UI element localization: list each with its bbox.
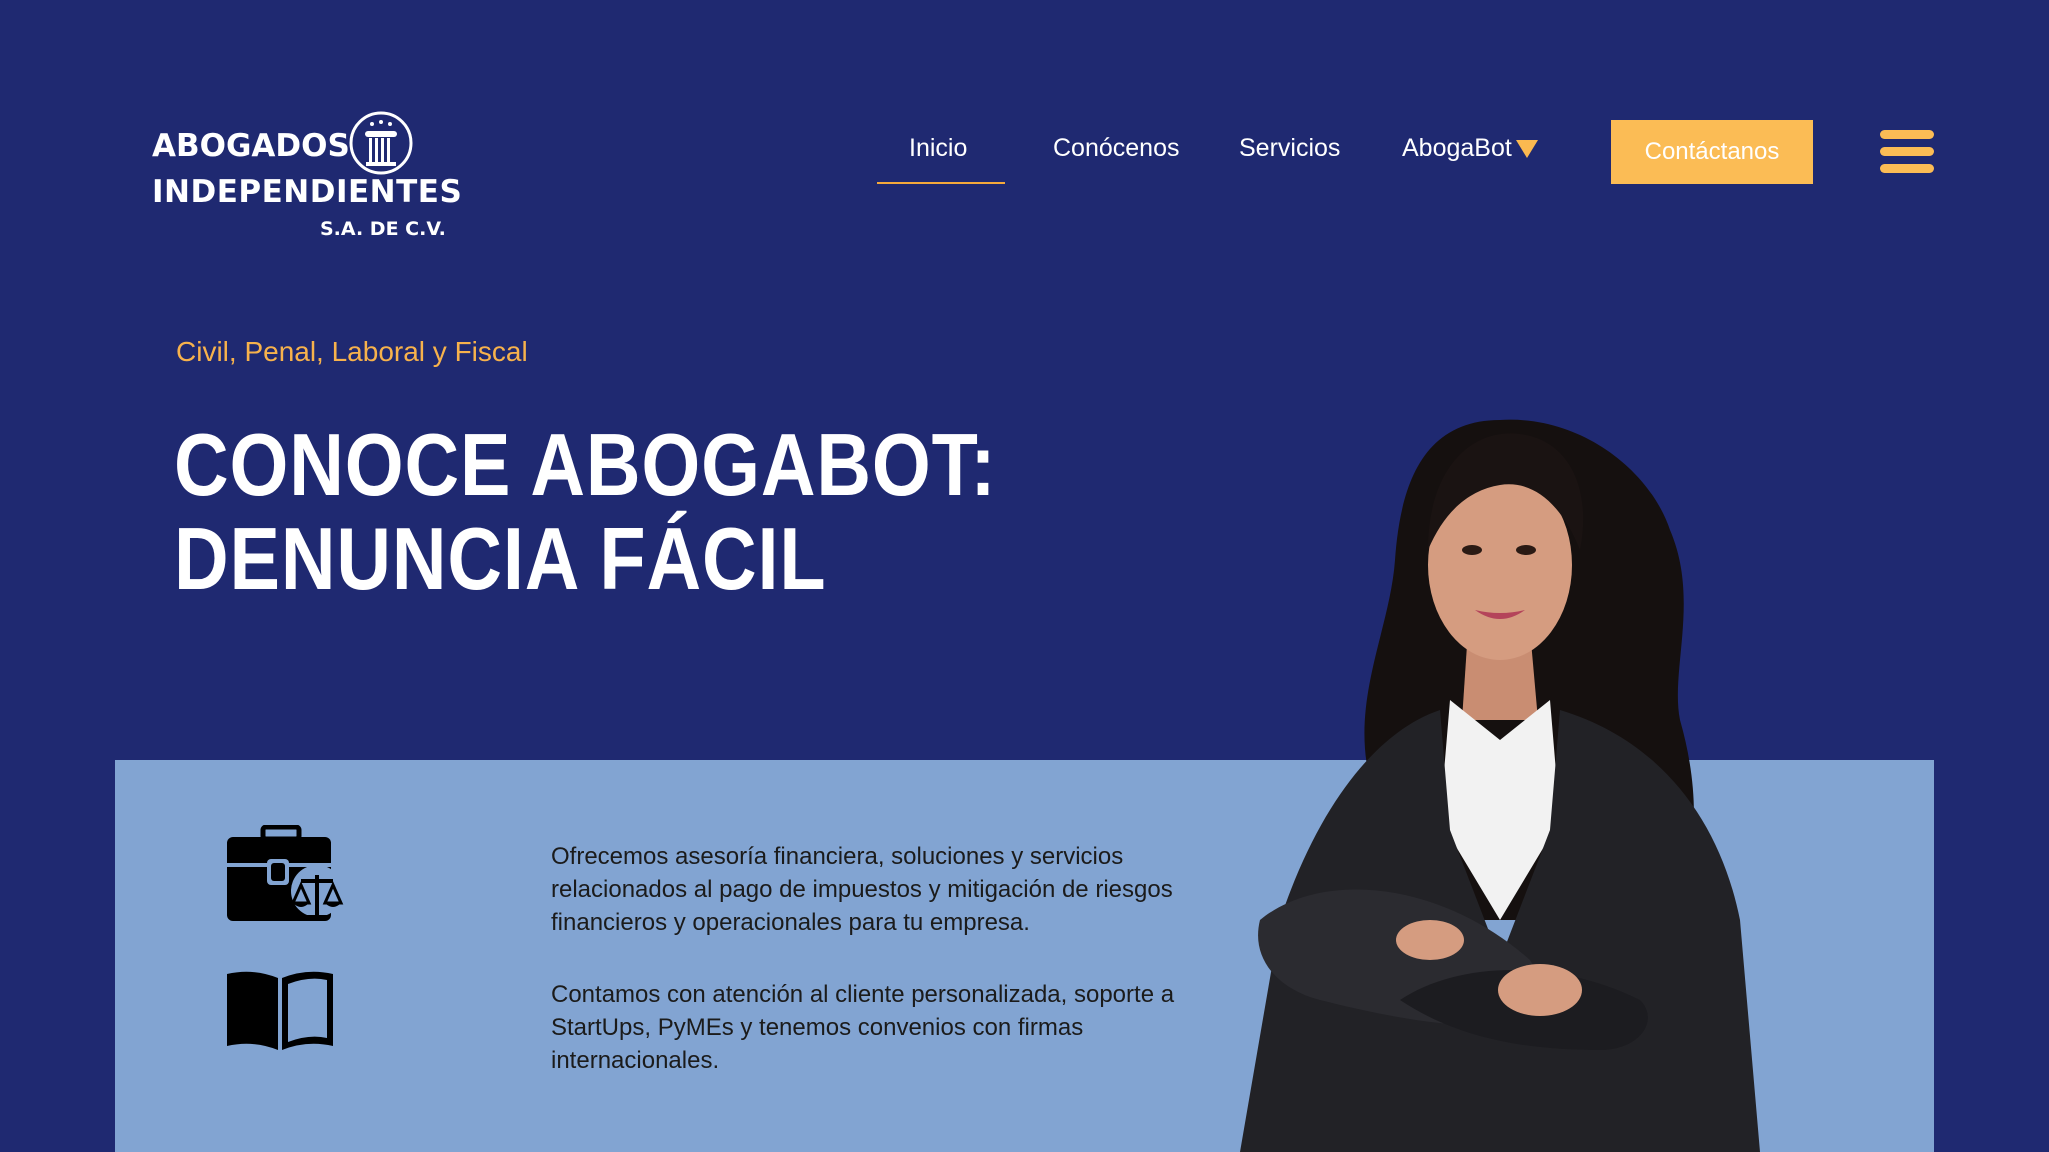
nav-item-abogabot[interactable]: AbogaBot [1402, 134, 1538, 163]
hamburger-menu-icon[interactable] [1880, 130, 1934, 174]
contact-button[interactable]: Contáctanos [1611, 120, 1813, 184]
hero-headline: CONOCE ABOGABOT: DENUNCIA FÁCIL [174, 418, 996, 606]
briefcase-scales-icon [227, 825, 344, 921]
nav-item-servicios[interactable]: Servicios [1239, 134, 1340, 163]
feature-text-financial: Ofrecemos asesoría financiera, solucione… [551, 843, 1173, 936]
lawyer-photo [1240, 419, 1760, 1152]
nav-item-inicio[interactable]: Inicio [909, 134, 967, 163]
nav-item-conocenos[interactable]: Conócenos [1053, 134, 1179, 163]
nav-item-abogabot-label: AbogaBot [1402, 134, 1512, 162]
logo-line-3: S.A. DE C.V. [320, 218, 446, 240]
dropdown-caret-icon [1515, 140, 1538, 158]
feature-text-support: Contamos con atención al cliente persona… [551, 981, 1175, 1074]
landing-page: ABOGADOS INDEPENDIENTES S.A. DE C.V. Ini… [0, 0, 2049, 1152]
hero-headline-line-2: DENUNCIA FÁCIL [174, 509, 827, 608]
active-nav-underline [877, 182, 1005, 184]
practice-areas-tagline: Civil, Penal, Laboral y Fiscal [176, 336, 528, 367]
open-book-icon [227, 971, 333, 1050]
hero-headline-line-1: CONOCE ABOGABOT: [174, 415, 997, 514]
